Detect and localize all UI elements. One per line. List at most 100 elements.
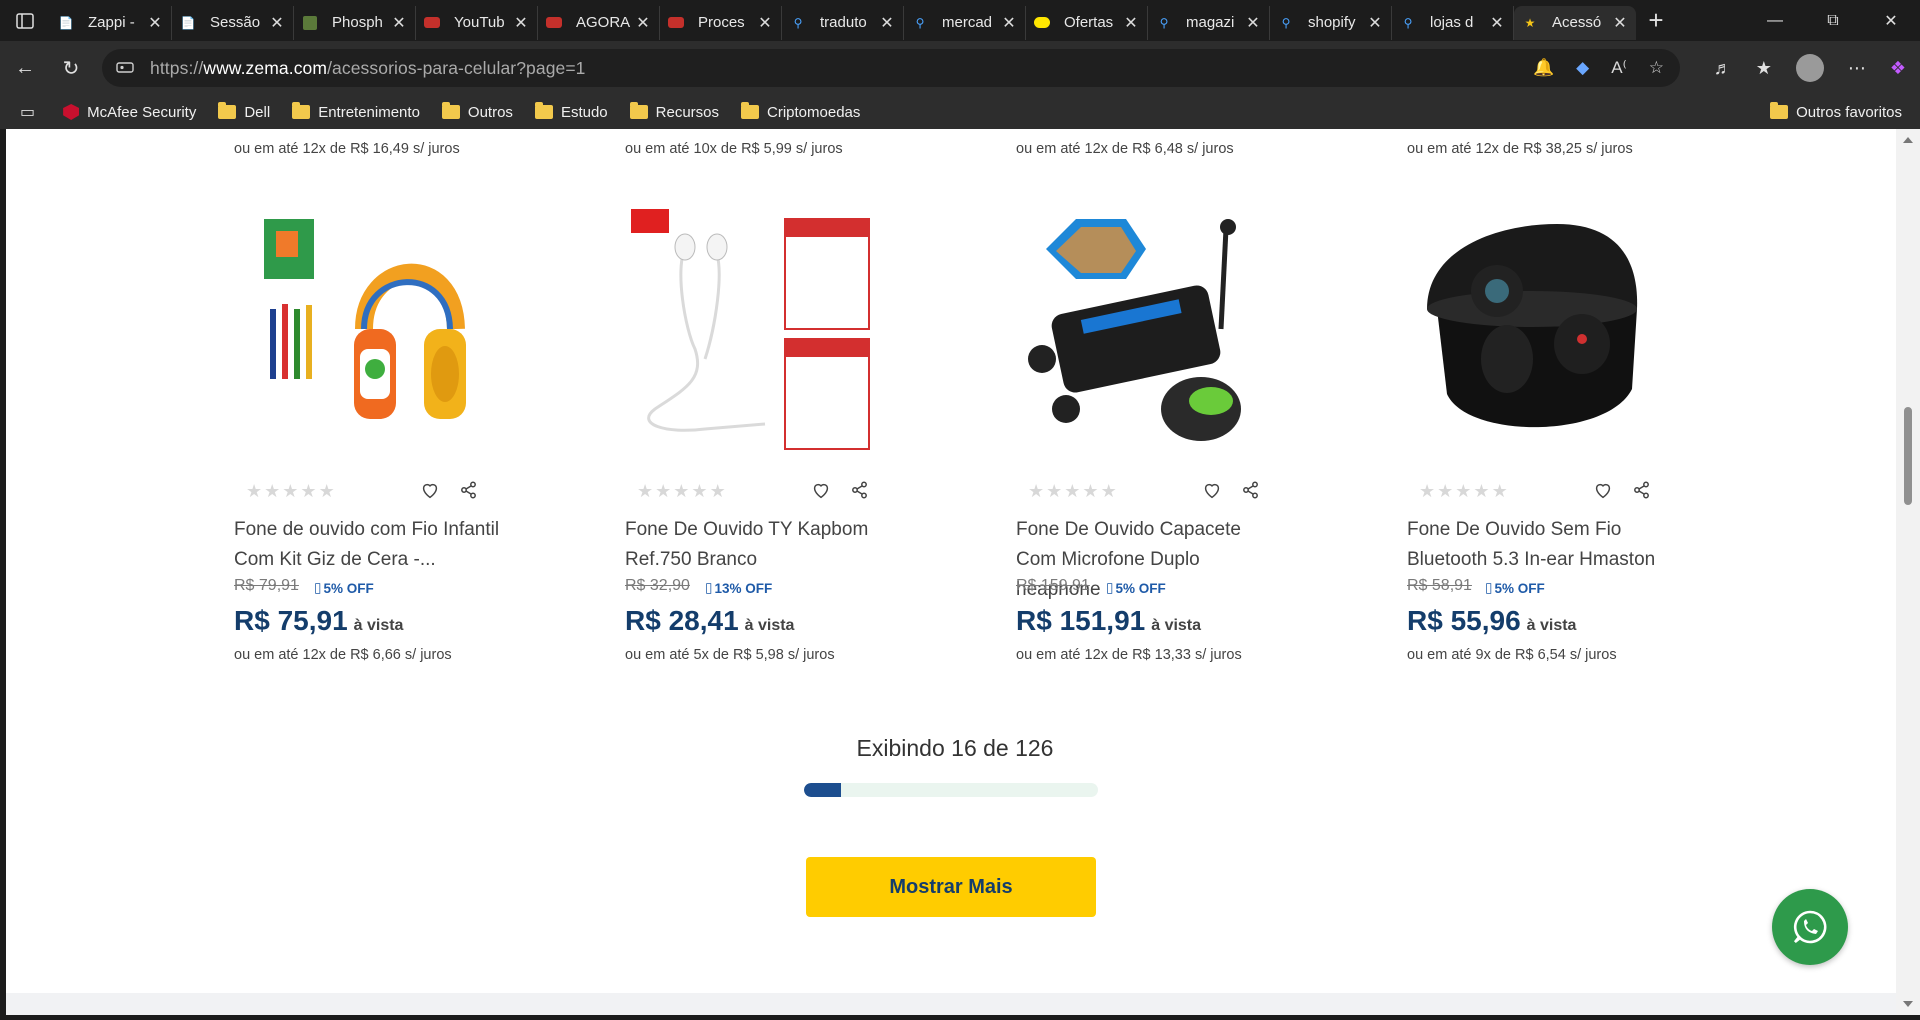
- scroll-up-icon[interactable]: [1903, 137, 1913, 143]
- heart-icon[interactable]: [1592, 479, 1614, 501]
- coupon-tag-icon[interactable]: ◆: [1576, 58, 1589, 78]
- tab-title: mercad: [942, 14, 993, 31]
- browser-tab[interactable]: Ofertas ✕: [1026, 5, 1148, 40]
- bookmark-item[interactable]: Entretenimento: [292, 102, 420, 121]
- bookmark-item[interactable]: Recursos: [629, 102, 719, 121]
- media-icon[interactable]: ♬: [1714, 58, 1732, 79]
- bookmark-item[interactable]: McAfee Security: [63, 104, 196, 121]
- browser-tab[interactable]: YouTub ✕: [416, 5, 538, 40]
- maximize-button[interactable]: ⧉: [1804, 0, 1862, 41]
- product-name[interactable]: Fone De Ouvido TY Kapbom Ref.750 Branco: [625, 515, 895, 575]
- old-price: R$ 79,91: [234, 577, 299, 594]
- phosphor-icon: [302, 15, 318, 31]
- refresh-icon[interactable]: ↻: [48, 48, 94, 88]
- page-scrollbar[interactable]: [1896, 129, 1920, 1015]
- scroll-down-icon[interactable]: [1903, 1001, 1913, 1007]
- close-tab-icon[interactable]: ✕: [1123, 13, 1139, 33]
- whatsapp-button[interactable]: [1772, 889, 1848, 965]
- address-bar[interactable]: https://www.zema.com/acessorios-para-cel…: [102, 49, 1680, 87]
- product-name[interactable]: Fone De Ouvido Sem Fio Bluetooth 5.3 In-…: [1407, 515, 1677, 575]
- browser-tab[interactable]: 📄 Sessão ✕: [172, 5, 294, 40]
- browser-tab[interactable]: ⚲ magazi ✕: [1148, 5, 1270, 40]
- results-count: Exibindo 16 de 126: [856, 735, 1054, 761]
- collections-icon[interactable]: ▭: [20, 102, 35, 122]
- tab-title: Sessão: [210, 14, 261, 31]
- youtube-icon: [668, 15, 684, 31]
- favorite-star-icon[interactable]: ☆: [1649, 58, 1664, 78]
- product-card[interactable]: ★ ★ ★ ★ ★ Fone de ouvido com Fio Infantil Co…: [234, 209, 534, 663]
- heart-icon[interactable]: [419, 479, 441, 501]
- product-image-helmet-headset[interactable]: [1016, 209, 1266, 459]
- close-tab-icon[interactable]: ✕: [1489, 13, 1505, 33]
- product-image-kids-headphone[interactable]: [234, 209, 484, 459]
- url-text: https://www.zema.com/acessorios-para-cel…: [150, 57, 586, 78]
- minimize-button[interactable]: —: [1746, 0, 1804, 41]
- star-icon: ★: [1046, 481, 1063, 501]
- price: R$ 55,96 à vista: [1407, 605, 1577, 636]
- close-window-button[interactable]: ✕: [1862, 0, 1920, 41]
- close-tab-icon[interactable]: ✕: [1001, 13, 1017, 33]
- browser-tab[interactable]: ★ Acessó ✕: [1514, 5, 1636, 40]
- bookmark-item[interactable]: Dell: [218, 102, 270, 121]
- close-tab-icon[interactable]: ✕: [1612, 13, 1628, 33]
- close-tab-icon[interactable]: ✕: [1245, 13, 1261, 33]
- browser-tab[interactable]: 📄 Zappi - ✕: [50, 5, 172, 40]
- star-rating: ★ ★ ★ ★ ★: [637, 481, 726, 502]
- scrollbar-thumb[interactable]: [1904, 407, 1912, 505]
- close-tab-icon[interactable]: ✕: [513, 13, 529, 33]
- product-card[interactable]: ★ ★ ★ ★ ★ Fone De Ouvido Capacete Com Microf…: [1016, 209, 1316, 663]
- product-image-wired-earphone[interactable]: [625, 209, 875, 459]
- folder-icon: [1770, 102, 1789, 119]
- share-icon[interactable]: [1242, 481, 1260, 499]
- heart-icon[interactable]: [1201, 479, 1223, 501]
- close-tab-icon[interactable]: ✕: [635, 13, 651, 33]
- more-menu-icon[interactable]: ⋯: [1848, 58, 1866, 79]
- show-more-button[interactable]: Mostrar Mais: [806, 857, 1096, 917]
- mcafee-icon: [63, 104, 80, 120]
- results-progress-fill: [804, 783, 842, 797]
- browser-tab[interactable]: AGORA ✕: [538, 5, 660, 40]
- close-tab-icon[interactable]: ✕: [269, 13, 285, 33]
- browser-tab-bar: 📄 Zappi - ✕ 📄 Sessão ✕ Phosph ✕ YouTub ✕ AGORA ✕ Pro…: [0, 0, 1920, 41]
- browser-tab[interactable]: ⚲ traduto ✕: [782, 5, 904, 40]
- bookmark-item[interactable]: Criptomoedas: [741, 102, 860, 121]
- copilot-icon[interactable]: ❖: [1890, 58, 1906, 79]
- browser-tab[interactable]: ⚲ shopify ✕: [1270, 5, 1392, 40]
- close-tab-icon[interactable]: ✕: [391, 13, 407, 33]
- close-tab-icon[interactable]: ✕: [147, 13, 163, 33]
- read-aloud-icon[interactable]: A⁽: [1611, 58, 1627, 78]
- search-icon: ⚲: [915, 15, 925, 30]
- product-image-wireless-earbuds[interactable]: [1407, 209, 1657, 459]
- heart-icon[interactable]: [810, 479, 832, 501]
- installment-text: ou em até 12x de R$ 38,25 s/ juros: [1407, 141, 1633, 157]
- browser-tab[interactable]: ⚲ mercad ✕: [904, 5, 1026, 40]
- close-tab-icon[interactable]: ✕: [1367, 13, 1383, 33]
- close-tab-icon[interactable]: ✕: [879, 13, 895, 33]
- browser-tab[interactable]: Phosph ✕: [294, 5, 416, 40]
- product-name[interactable]: Fone de ouvido com Fio Infantil Com Kit …: [234, 515, 504, 575]
- discount-tag-icon: ▯: [314, 580, 322, 595]
- search-icon: ⚲: [1159, 15, 1169, 30]
- site-info-icon[interactable]: [116, 60, 136, 77]
- other-favorites[interactable]: Outros favoritos: [1770, 95, 1902, 129]
- search-icon: ⚲: [1281, 15, 1291, 30]
- notification-icon[interactable]: 🔔: [1533, 58, 1554, 78]
- close-tab-icon[interactable]: ✕: [757, 13, 773, 33]
- product-card[interactable]: ★ ★ ★ ★ ★ Fone De Ouvido Sem Fio Bluetooth 5…: [1407, 209, 1707, 663]
- folder-icon: [629, 102, 648, 119]
- star-rating: ★ ★ ★ ★ ★: [1419, 481, 1508, 502]
- browser-tab[interactable]: Proces ✕: [660, 5, 782, 40]
- new-tab-button[interactable]: +: [1636, 5, 1676, 36]
- search-icon: ⚲: [793, 15, 803, 30]
- back-icon[interactable]: ←: [2, 48, 48, 88]
- favorites-icon[interactable]: ★: [1756, 58, 1772, 79]
- tab-actions-icon[interactable]: [0, 0, 50, 41]
- bookmark-item[interactable]: Estudo: [534, 102, 608, 121]
- share-icon[interactable]: [460, 481, 478, 499]
- share-icon[interactable]: [1633, 481, 1651, 499]
- share-icon[interactable]: [851, 481, 869, 499]
- product-card[interactable]: ★ ★ ★ ★ ★ Fone De Ouvido TY Kapbom Ref.750 B…: [625, 209, 925, 663]
- browser-tab[interactable]: ⚲ lojas d ✕: [1392, 5, 1514, 40]
- bookmark-item[interactable]: Outros: [441, 102, 513, 121]
- profile-avatar[interactable]: [1795, 54, 1824, 82]
